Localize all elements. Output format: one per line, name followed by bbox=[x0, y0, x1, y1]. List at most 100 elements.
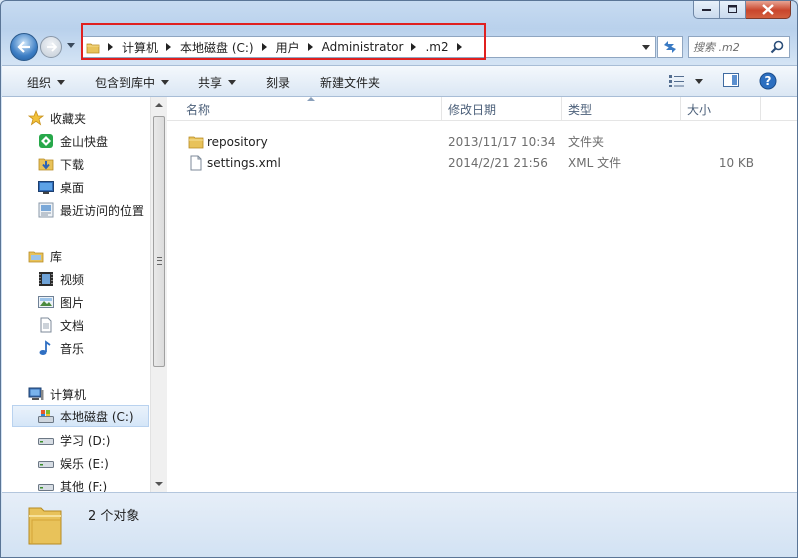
minimize-button[interactable] bbox=[693, 1, 720, 19]
refresh-button[interactable] bbox=[657, 36, 683, 58]
pictures-icon bbox=[38, 294, 54, 310]
breadcrumb-label: .m2 bbox=[425, 40, 449, 54]
recent-pages-dropdown[interactable] bbox=[67, 43, 75, 48]
organize-button[interactable]: 组织 bbox=[27, 74, 66, 91]
help-icon: ? bbox=[759, 72, 777, 90]
address-bar[interactable]: 计算机 本地磁盘 (C:) 用户 Administrator .m2 bbox=[81, 36, 656, 58]
help-button[interactable]: ? bbox=[759, 72, 777, 93]
navigation-pane: 收藏夹 金山快盘 下载 桌面 最近访问的位置 库 视频 图片 文档 音乐 计算机… bbox=[2, 97, 149, 492]
maximize-button[interactable] bbox=[720, 1, 746, 19]
search-box bbox=[688, 36, 790, 58]
change-view-button[interactable] bbox=[669, 75, 703, 87]
forward-button[interactable] bbox=[40, 36, 62, 58]
file-row-repository[interactable]: repository 2013/11/17 10:34 文件夹 bbox=[167, 131, 797, 152]
chevron-down-icon bbox=[161, 80, 170, 85]
column-date[interactable]: 修改日期 bbox=[442, 97, 562, 121]
sidebar-item-drive-e[interactable]: 娱乐 (E:) bbox=[38, 452, 109, 474]
sidebar-item-documents[interactable]: 文档 bbox=[38, 314, 84, 336]
breadcrumb-m2[interactable]: .m2 bbox=[403, 37, 470, 57]
command-bar: 组织 包含到库中 共享 刻录 新建文件夹 ? bbox=[2, 65, 797, 97]
share-button[interactable]: 共享 bbox=[198, 74, 237, 91]
system-drive-icon bbox=[38, 408, 54, 424]
sidebar-item-libraries[interactable]: 库 bbox=[28, 245, 62, 267]
search-input[interactable] bbox=[693, 38, 765, 56]
scroll-up-icon[interactable] bbox=[155, 103, 163, 107]
preview-pane-button[interactable] bbox=[723, 73, 740, 91]
recent-places-icon bbox=[38, 202, 54, 218]
sidebar-item-drive-d[interactable]: 学习 (D:) bbox=[38, 429, 110, 451]
computer-icon bbox=[28, 386, 44, 402]
sidebar-item-computer[interactable]: 计算机 bbox=[28, 383, 86, 405]
column-type[interactable]: 类型 bbox=[562, 97, 681, 121]
breadcrumb-users[interactable]: 用户 bbox=[254, 37, 300, 57]
organize-label: 组织 bbox=[27, 76, 52, 90]
sidebar-item-kuaipan[interactable]: 金山快盘 bbox=[38, 130, 108, 152]
sidebar-item-label: 库 bbox=[50, 249, 63, 264]
breadcrumb-administrator[interactable]: Administrator bbox=[300, 37, 403, 57]
drive-icon bbox=[38, 432, 54, 448]
scroll-down-icon[interactable] bbox=[155, 482, 163, 486]
minimize-icon bbox=[701, 8, 711, 11]
folder-icon bbox=[188, 131, 204, 152]
drive-icon bbox=[38, 478, 54, 492]
sidebar-item-label: 收藏夹 bbox=[50, 111, 87, 126]
breadcrumb-label: 用户 bbox=[275, 40, 300, 55]
include-library-button[interactable]: 包含到库中 bbox=[95, 74, 170, 91]
documents-icon bbox=[38, 317, 54, 333]
sidebar-item-recent-places[interactable]: 最近访问的位置 bbox=[38, 199, 144, 221]
sidebar-item-music[interactable]: 音乐 bbox=[38, 337, 84, 359]
breadcrumb-label: 本地磁盘 (C:) bbox=[180, 40, 254, 55]
grip-icon bbox=[157, 257, 162, 265]
svg-text:?: ? bbox=[765, 74, 772, 88]
sidebar-item-label: 本地磁盘 (C:) bbox=[60, 409, 134, 424]
sidebar-item-pictures[interactable]: 图片 bbox=[38, 291, 84, 313]
address-history-dropdown[interactable] bbox=[642, 45, 650, 50]
sidebar-item-drive-f[interactable]: 其他 (F:) bbox=[38, 475, 107, 492]
column-header-row: 名称 修改日期 类型 大小 bbox=[167, 97, 797, 121]
sidebar-item-label: 计算机 bbox=[50, 387, 87, 402]
file-date: 2013/11/17 10:34 bbox=[448, 134, 556, 149]
view-list-icon bbox=[669, 75, 684, 87]
new-folder-label: 新建文件夹 bbox=[320, 76, 381, 90]
sidebar-item-downloads[interactable]: 下载 bbox=[38, 153, 84, 175]
new-folder-button[interactable]: 新建文件夹 bbox=[320, 74, 380, 91]
navigation-scrollbar[interactable] bbox=[150, 97, 167, 492]
sidebar-item-videos[interactable]: 视频 bbox=[38, 268, 84, 290]
sidebar-item-desktop[interactable]: 桌面 bbox=[38, 176, 84, 198]
burn-button[interactable]: 刻录 bbox=[266, 74, 290, 91]
arrow-left-icon bbox=[17, 41, 30, 53]
column-size[interactable]: 大小 bbox=[681, 97, 761, 121]
sidebar-item-label: 最近访问的位置 bbox=[60, 203, 145, 218]
star-icon bbox=[28, 110, 44, 126]
maximize-icon bbox=[727, 5, 737, 13]
kuaipan-icon bbox=[38, 133, 54, 149]
close-button[interactable] bbox=[746, 1, 791, 19]
file-date: 2014/2/21 21:56 bbox=[448, 155, 548, 170]
breadcrumb-computer[interactable]: 计算机 bbox=[100, 37, 158, 57]
window-controls bbox=[693, 1, 791, 19]
libraries-icon bbox=[28, 248, 44, 264]
burn-label: 刻录 bbox=[266, 76, 291, 90]
scrollbar-thumb[interactable] bbox=[153, 116, 165, 367]
search-icon[interactable] bbox=[770, 40, 784, 57]
close-icon bbox=[762, 4, 774, 15]
arrow-right-icon bbox=[46, 42, 57, 52]
sidebar-item-label: 桌面 bbox=[60, 180, 85, 195]
explorer-window: 计算机 本地磁盘 (C:) 用户 Administrator .m2 组织 包含… bbox=[0, 0, 798, 558]
back-button[interactable] bbox=[10, 33, 38, 61]
breadcrumb-local-disk-c[interactable]: 本地磁盘 (C:) bbox=[158, 37, 254, 57]
file-row-settings-xml[interactable]: settings.xml 2014/2/21 21:56 XML 文件 10 K… bbox=[167, 152, 797, 173]
column-type-label: 类型 bbox=[568, 102, 593, 117]
item-count: 2 个对象 bbox=[88, 509, 140, 524]
sidebar-item-local-disk-c[interactable]: 本地磁盘 (C:) bbox=[12, 405, 149, 427]
sidebar-item-label: 金山快盘 bbox=[60, 134, 109, 149]
chevron-down-icon bbox=[57, 80, 66, 85]
file-name: settings.xml bbox=[207, 155, 281, 170]
column-name[interactable]: 名称 bbox=[180, 97, 442, 121]
file-list: 名称 修改日期 类型 大小 repository 2013/11/17 10:3… bbox=[167, 97, 797, 492]
video-icon bbox=[38, 271, 54, 287]
sidebar-item-label: 下载 bbox=[60, 157, 85, 172]
breadcrumb-label: 计算机 bbox=[122, 40, 159, 55]
sidebar-item-favorites[interactable]: 收藏夹 bbox=[28, 107, 86, 129]
file-type: 文件夹 bbox=[568, 135, 605, 149]
